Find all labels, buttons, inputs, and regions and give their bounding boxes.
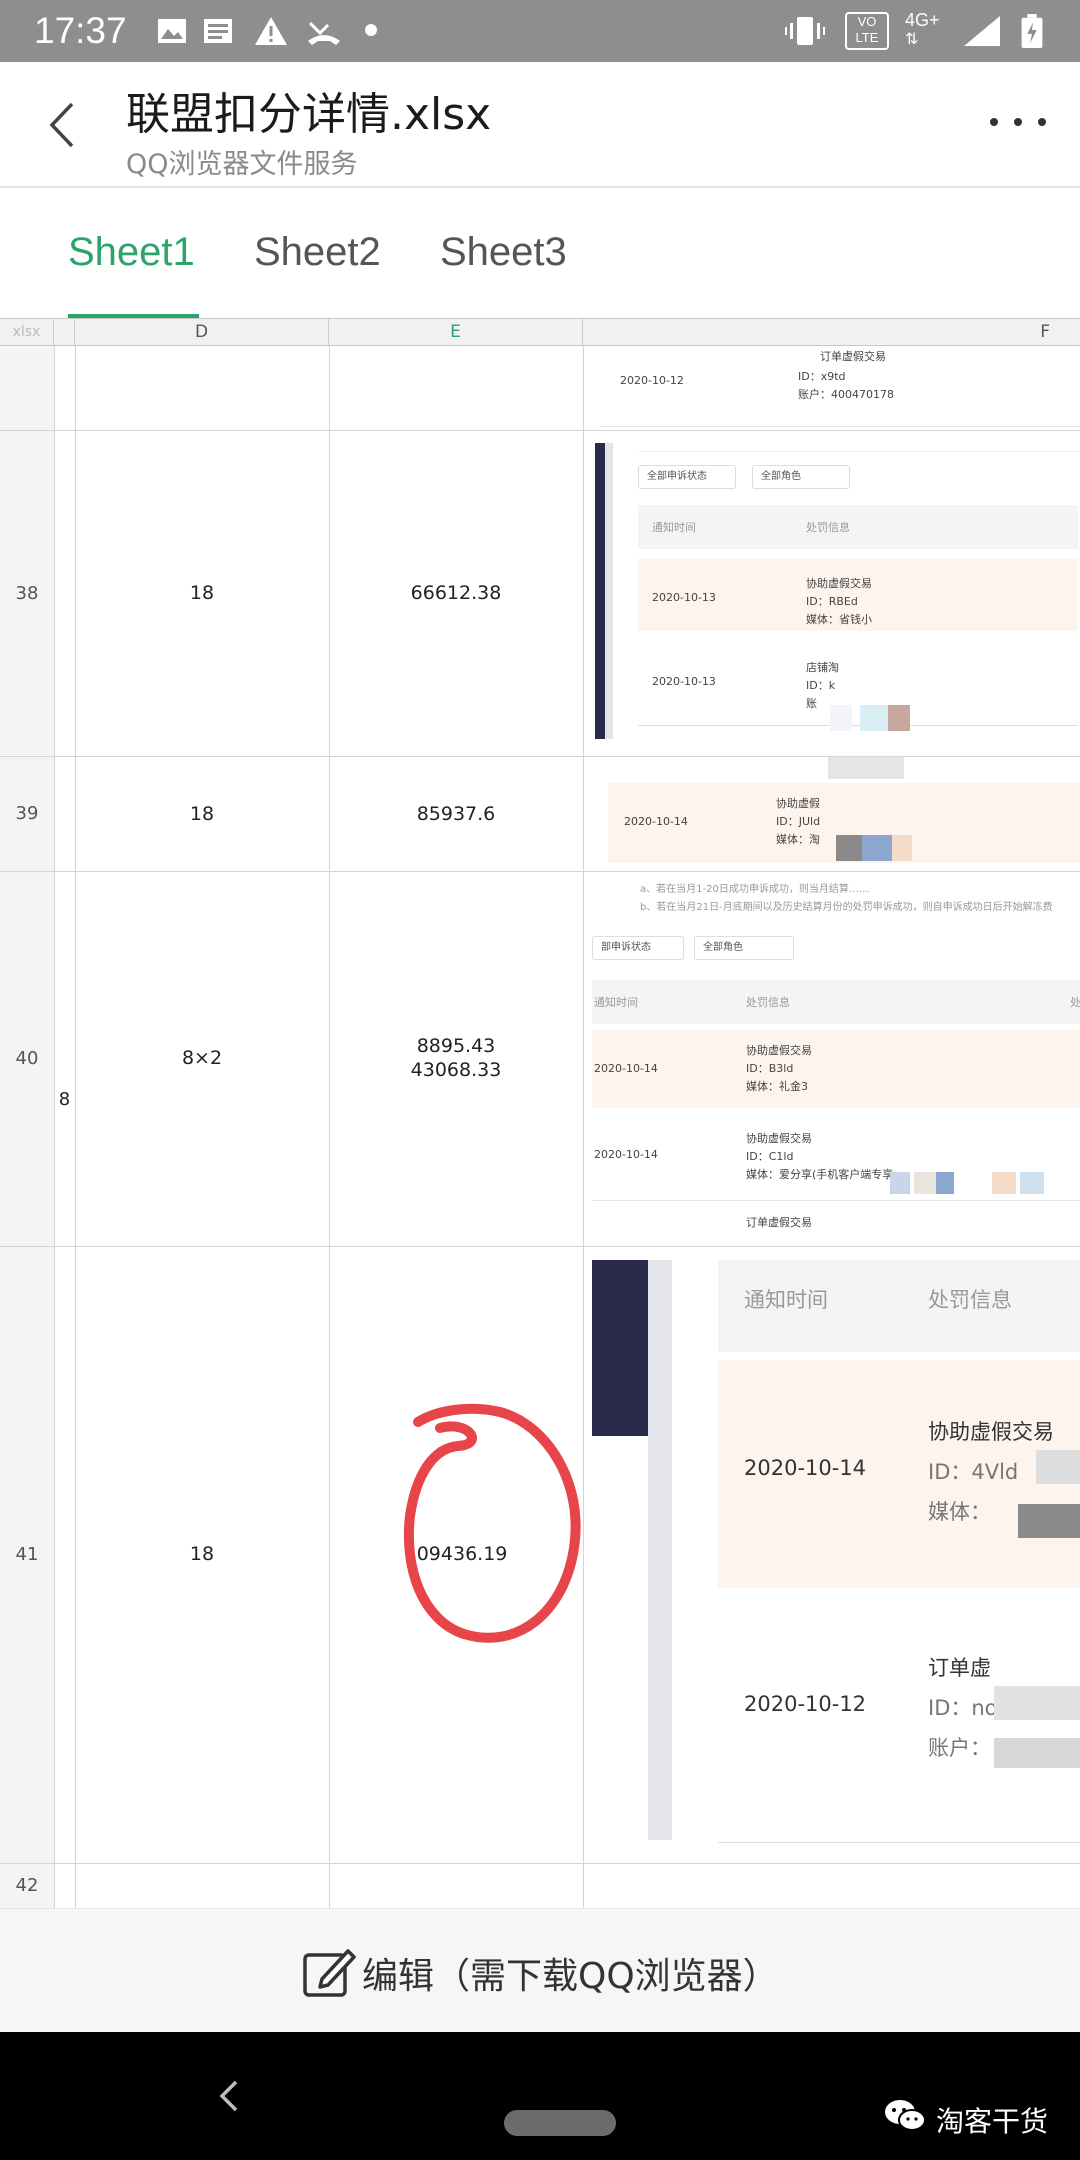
cell-e40-line1[interactable]: 8895.43 bbox=[329, 1034, 583, 1058]
embedded-screenshot-row39: 2020-10-14 协助虚假 ID：JUld 媒体：淘 bbox=[590, 757, 1080, 871]
more-options-icon[interactable] bbox=[990, 118, 1046, 132]
gallery-icon bbox=[158, 19, 186, 43]
row-number-42[interactable]: 42 bbox=[0, 1864, 54, 1908]
cell-e39[interactable]: 85937.6 bbox=[329, 802, 583, 826]
cell-d38[interactable]: 18 bbox=[75, 581, 329, 605]
file-subtitle: QQ浏览器文件服务 bbox=[126, 149, 358, 180]
column-header-f[interactable]: F bbox=[583, 319, 1080, 346]
grid-line bbox=[0, 1863, 1080, 1864]
row-number-38[interactable]: 38 bbox=[0, 431, 54, 756]
status-time: 17:37 bbox=[34, 10, 127, 51]
corner-label: xlsx bbox=[0, 319, 54, 346]
row-number-37[interactable] bbox=[0, 346, 54, 430]
notification-dot-icon bbox=[365, 24, 377, 36]
navigation-bar: 淘客干货 bbox=[0, 2032, 1080, 2160]
back-arrow-icon[interactable] bbox=[40, 100, 90, 150]
volte-icon: VO LTE bbox=[845, 12, 889, 50]
row-number-41[interactable]: 41 bbox=[0, 1247, 54, 1863]
grid-line bbox=[54, 346, 55, 1908]
red-circle-annotation bbox=[403, 1403, 581, 1643]
cell-d41[interactable]: 18 bbox=[75, 1542, 329, 1566]
embedded-screenshot-row38: 全部申诉状态 全部角色 通知时间 处罚信息 2020-10-13 协助虚假交易 … bbox=[590, 443, 1080, 755]
column-header-row: xlsx D E F bbox=[0, 318, 1080, 346]
nav-back-icon[interactable] bbox=[214, 2076, 244, 2116]
spreadsheet-grid[interactable]: xlsx D E F 38 39 40 41 42 8 18 66612.38 … bbox=[0, 318, 1080, 1908]
edit-button-label[interactable]: 编辑（需下载QQ浏览器） bbox=[362, 1947, 779, 1999]
cell-e38[interactable]: 66612.38 bbox=[329, 581, 583, 605]
tab-sheet2[interactable]: Sheet2 bbox=[254, 230, 381, 275]
grid-line bbox=[0, 871, 1080, 872]
cell-c40-fragment[interactable]: 8 bbox=[54, 1088, 75, 1112]
embedded-screenshot-row37: 订单虚假交易 2020-10-12 ID：x9td 账户：400470178 bbox=[590, 346, 1080, 430]
grid-line bbox=[0, 430, 1080, 431]
battery-icon bbox=[1021, 14, 1043, 48]
status-bar: 17:37 VO LTE 4G+ ⇅ bbox=[0, 0, 1080, 62]
tab-sheet1[interactable]: Sheet1 bbox=[68, 230, 195, 275]
cell-d40[interactable]: 8×2 bbox=[75, 1046, 329, 1070]
grid-line bbox=[0, 1246, 1080, 1247]
warning-icon bbox=[255, 17, 287, 45]
title-bar: 联盟扣分详情.xlsx QQ浏览器文件服务 bbox=[0, 62, 1080, 188]
watermark-label: 淘客干货 bbox=[936, 2105, 1049, 2138]
sheet-tabs: Sheet1 Sheet2 Sheet3 bbox=[0, 190, 1080, 318]
column-header-d[interactable]: D bbox=[75, 319, 329, 346]
cell-d39[interactable]: 18 bbox=[75, 802, 329, 826]
row-number-40[interactable]: 40 bbox=[0, 872, 54, 1246]
news-icon bbox=[204, 19, 232, 43]
signal-icon bbox=[964, 16, 1000, 46]
edit-icon[interactable] bbox=[302, 1945, 358, 1999]
cell-e40-line2[interactable]: 43068.33 bbox=[329, 1058, 583, 1082]
nav-home-pill[interactable] bbox=[504, 2110, 616, 2136]
embedded-screenshot-row40: a、若在当月1-20日成功申诉成功，则当月结算…… b、若在当月21日-月底期间… bbox=[590, 880, 1080, 1246]
grid-line bbox=[583, 346, 584, 1908]
column-header-c[interactable] bbox=[54, 319, 75, 346]
embedded-screenshot-row41: 通知时间 处罚信息 2020-10-14 协助虚假交易 ID：4Vld 媒体： … bbox=[590, 1260, 1080, 1850]
wechat-icon bbox=[885, 2100, 926, 2131]
tab-sheet3[interactable]: Sheet3 bbox=[440, 230, 567, 275]
row-number-39[interactable]: 39 bbox=[0, 757, 54, 871]
vibrate-icon bbox=[785, 17, 825, 45]
column-header-e[interactable]: E bbox=[329, 319, 583, 346]
missed-call-icon bbox=[308, 21, 340, 45]
file-title: 联盟扣分详情.xlsx bbox=[126, 89, 492, 140]
network-type: 4G+ ⇅ bbox=[905, 10, 940, 48]
edit-bar[interactable]: 编辑（需下载QQ浏览器） bbox=[0, 1908, 1080, 2032]
